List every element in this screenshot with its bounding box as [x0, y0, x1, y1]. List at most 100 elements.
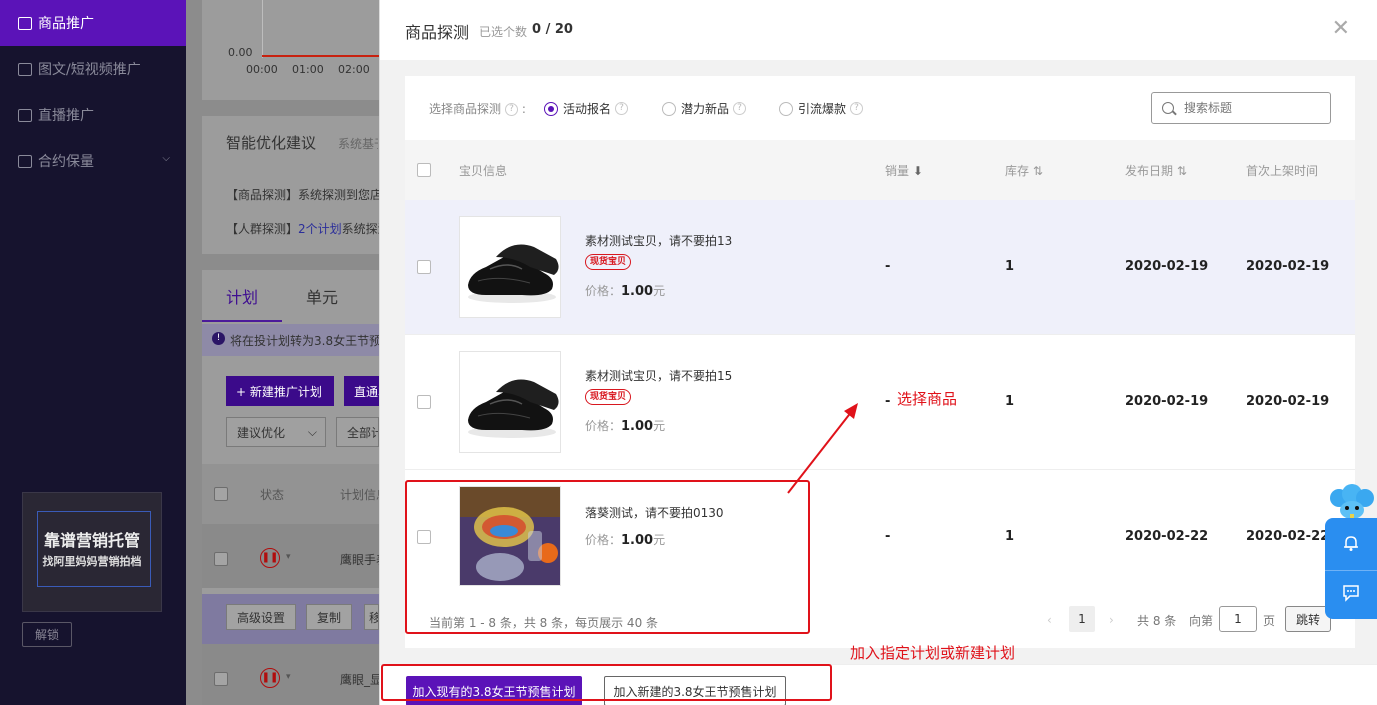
price-label: 价格：: [585, 419, 622, 433]
promo-banner[interactable]: 靠谱营销托管 找阿里妈妈营销拍档: [22, 492, 162, 612]
col-publish-date[interactable]: 发布日期 ⇅: [1125, 162, 1187, 179]
sidebar-item-live-promotion[interactable]: 直播推广: [0, 92, 186, 138]
copy-button[interactable]: 复制: [306, 604, 353, 630]
selected-label: 已选个数: [479, 25, 528, 39]
notice-bar: ! 将在投计划转为3.8女王节预售计划: [202, 324, 379, 356]
trend-chart: 0.00 00:00 01:00 02:00: [202, 0, 379, 100]
plan-name[interactable]: 鹰眼_显: [340, 671, 382, 688]
new-plan-button[interactable]: + 新建推广计划: [226, 376, 334, 406]
row-action-bar: 高级设置 复制 移: [202, 594, 379, 644]
col-sales[interactable]: 销量 ⬇: [885, 162, 923, 179]
search-box: [1151, 92, 1331, 124]
help-icon[interactable]: ?: [850, 102, 864, 115]
chat-icon[interactable]: [1342, 584, 1360, 602]
help-icon[interactable]: ?: [733, 102, 747, 115]
move-button[interactable]: 移: [364, 604, 379, 630]
sales-value: -: [885, 394, 891, 409]
radio-traffic[interactable]: 引流爆款?: [779, 100, 864, 117]
page-1-button[interactable]: 1: [1069, 606, 1095, 632]
promo-subtitle: 找阿里妈妈营销拍档: [42, 555, 142, 568]
publish-date: 2020-02-22: [1125, 529, 1209, 544]
goto-page-input[interactable]: 1: [1219, 606, 1257, 632]
sidebar-item-label: 商品推广: [38, 16, 94, 32]
caret-down-icon[interactable]: ▾: [286, 552, 291, 562]
contract-icon: [18, 154, 32, 168]
total-count: 共 8 条: [1137, 613, 1177, 628]
select-all-checkbox[interactable]: [214, 487, 228, 501]
sidebar-item-content-promotion[interactable]: 图文/短视频推广: [0, 46, 186, 92]
advice-title: 智能优化建议: [226, 134, 317, 152]
prev-page-icon[interactable]: ‹: [1047, 606, 1052, 634]
advice-select[interactable]: 建议优化 ⌵: [226, 417, 326, 447]
plans-table-header: 状态 计划信息: [202, 464, 388, 524]
price-value: 1.00: [621, 419, 654, 434]
unlock-button[interactable]: 解锁: [22, 622, 72, 647]
caret-down-icon[interactable]: ▾: [286, 672, 291, 682]
close-icon[interactable]: ✕: [1332, 18, 1350, 40]
col-status: 状态: [260, 488, 285, 502]
publish-date: 2020-02-19: [1125, 259, 1209, 274]
tab-unit[interactable]: 单元: [306, 284, 338, 308]
pause-icon[interactable]: ❚❚: [260, 548, 280, 568]
table-row[interactable]: 素材测试宝贝，请不要拍15 现货宝贝 价格：1.00元 - 1 2020-02-…: [405, 335, 1355, 470]
col-label: 发布日期: [1125, 164, 1174, 178]
direct-button[interactable]: 直通车: [344, 376, 379, 406]
advice-prefix: 【人群探测】: [226, 222, 299, 236]
row-checkbox[interactable]: [214, 552, 228, 566]
annotation-select-goods: 选择商品: [897, 390, 958, 408]
tab-indicator: [202, 320, 282, 322]
tab-plan[interactable]: 计划: [226, 284, 258, 308]
advanced-settings-button[interactable]: 高级设置: [226, 604, 297, 630]
goto-prefix: 向第: [1189, 613, 1214, 628]
plan-select[interactable]: 全部计划: [336, 417, 379, 447]
col-label: 销量: [885, 164, 910, 178]
search-input[interactable]: [1184, 101, 1324, 115]
promo-title: 靠谱营销托管: [43, 531, 140, 550]
first-listed-date: 2020-02-22: [1246, 529, 1330, 544]
stock-value: 1: [1005, 394, 1015, 409]
info-icon: !: [212, 332, 225, 345]
sidebar: 商品推广 图文/短视频推广 直播推广 合约保量 ⌵ 靠谱营销托管 找阿里妈妈营销拍…: [0, 0, 186, 705]
table-row: ❚❚ ▾ 鹰眼_显: [202, 644, 382, 705]
row-checkbox[interactable]: [417, 260, 431, 274]
next-page-icon[interactable]: ›: [1109, 606, 1114, 634]
radio-label: 活动报名: [563, 102, 612, 116]
sidebar-item-goods-promotion[interactable]: 商品推广: [0, 0, 186, 46]
price-value: 1.00: [621, 284, 654, 299]
col-label: 库存: [1005, 164, 1030, 178]
advice-link[interactable]: 2个计划: [298, 222, 342, 236]
radio-activity[interactable]: 活动报名?: [544, 100, 629, 117]
radio-potential[interactable]: 潜力新品?: [662, 100, 747, 117]
help-icon[interactable]: ?: [615, 102, 629, 115]
row-checkbox[interactable]: [417, 395, 431, 409]
mascot-icon[interactable]: [1327, 484, 1377, 522]
bell-icon[interactable]: [1342, 534, 1360, 552]
col-first-listed: 首次上架时间: [1246, 164, 1319, 178]
advice-suffix: 系统探测: [341, 222, 379, 236]
product-image: [459, 216, 561, 318]
product-name[interactable]: 素材测试宝贝，请不要拍15: [585, 367, 732, 384]
select-all-checkbox[interactable]: [417, 163, 431, 177]
sidebar-item-contract[interactable]: 合约保量 ⌵: [0, 138, 186, 184]
annotation-box-actions: [381, 664, 832, 701]
widget-divider: [1325, 570, 1377, 571]
drawer-title: 商品探测: [405, 23, 470, 42]
floating-widget: [1325, 518, 1377, 619]
in-stock-badge: 现货宝贝: [585, 389, 632, 405]
col-stock[interactable]: 库存 ⇅: [1005, 162, 1043, 179]
annotation-box-goods: [405, 480, 810, 634]
publish-date: 2020-02-19: [1125, 394, 1209, 409]
table-row[interactable]: 素材测试宝贝，请不要拍13 现货宝贝 价格：1.00元 - 1 2020-02-…: [405, 200, 1355, 335]
pause-icon[interactable]: ❚❚: [260, 668, 280, 688]
advice-line: 【商品探测】系统探测到您店: [226, 188, 379, 202]
product-name[interactable]: 素材测试宝贝，请不要拍13: [585, 232, 732, 249]
x-tick-label: 01:00: [292, 63, 324, 76]
radio-label: 潜力新品: [681, 102, 730, 116]
y-tick-label: 0.00: [228, 46, 253, 59]
chart-axis: [262, 0, 263, 58]
price-unit: 元: [653, 284, 666, 298]
row-checkbox[interactable]: [214, 672, 228, 686]
x-tick-label: 02:00: [338, 63, 370, 76]
sales-value: -: [885, 259, 891, 274]
help-icon[interactable]: ?: [505, 103, 519, 116]
